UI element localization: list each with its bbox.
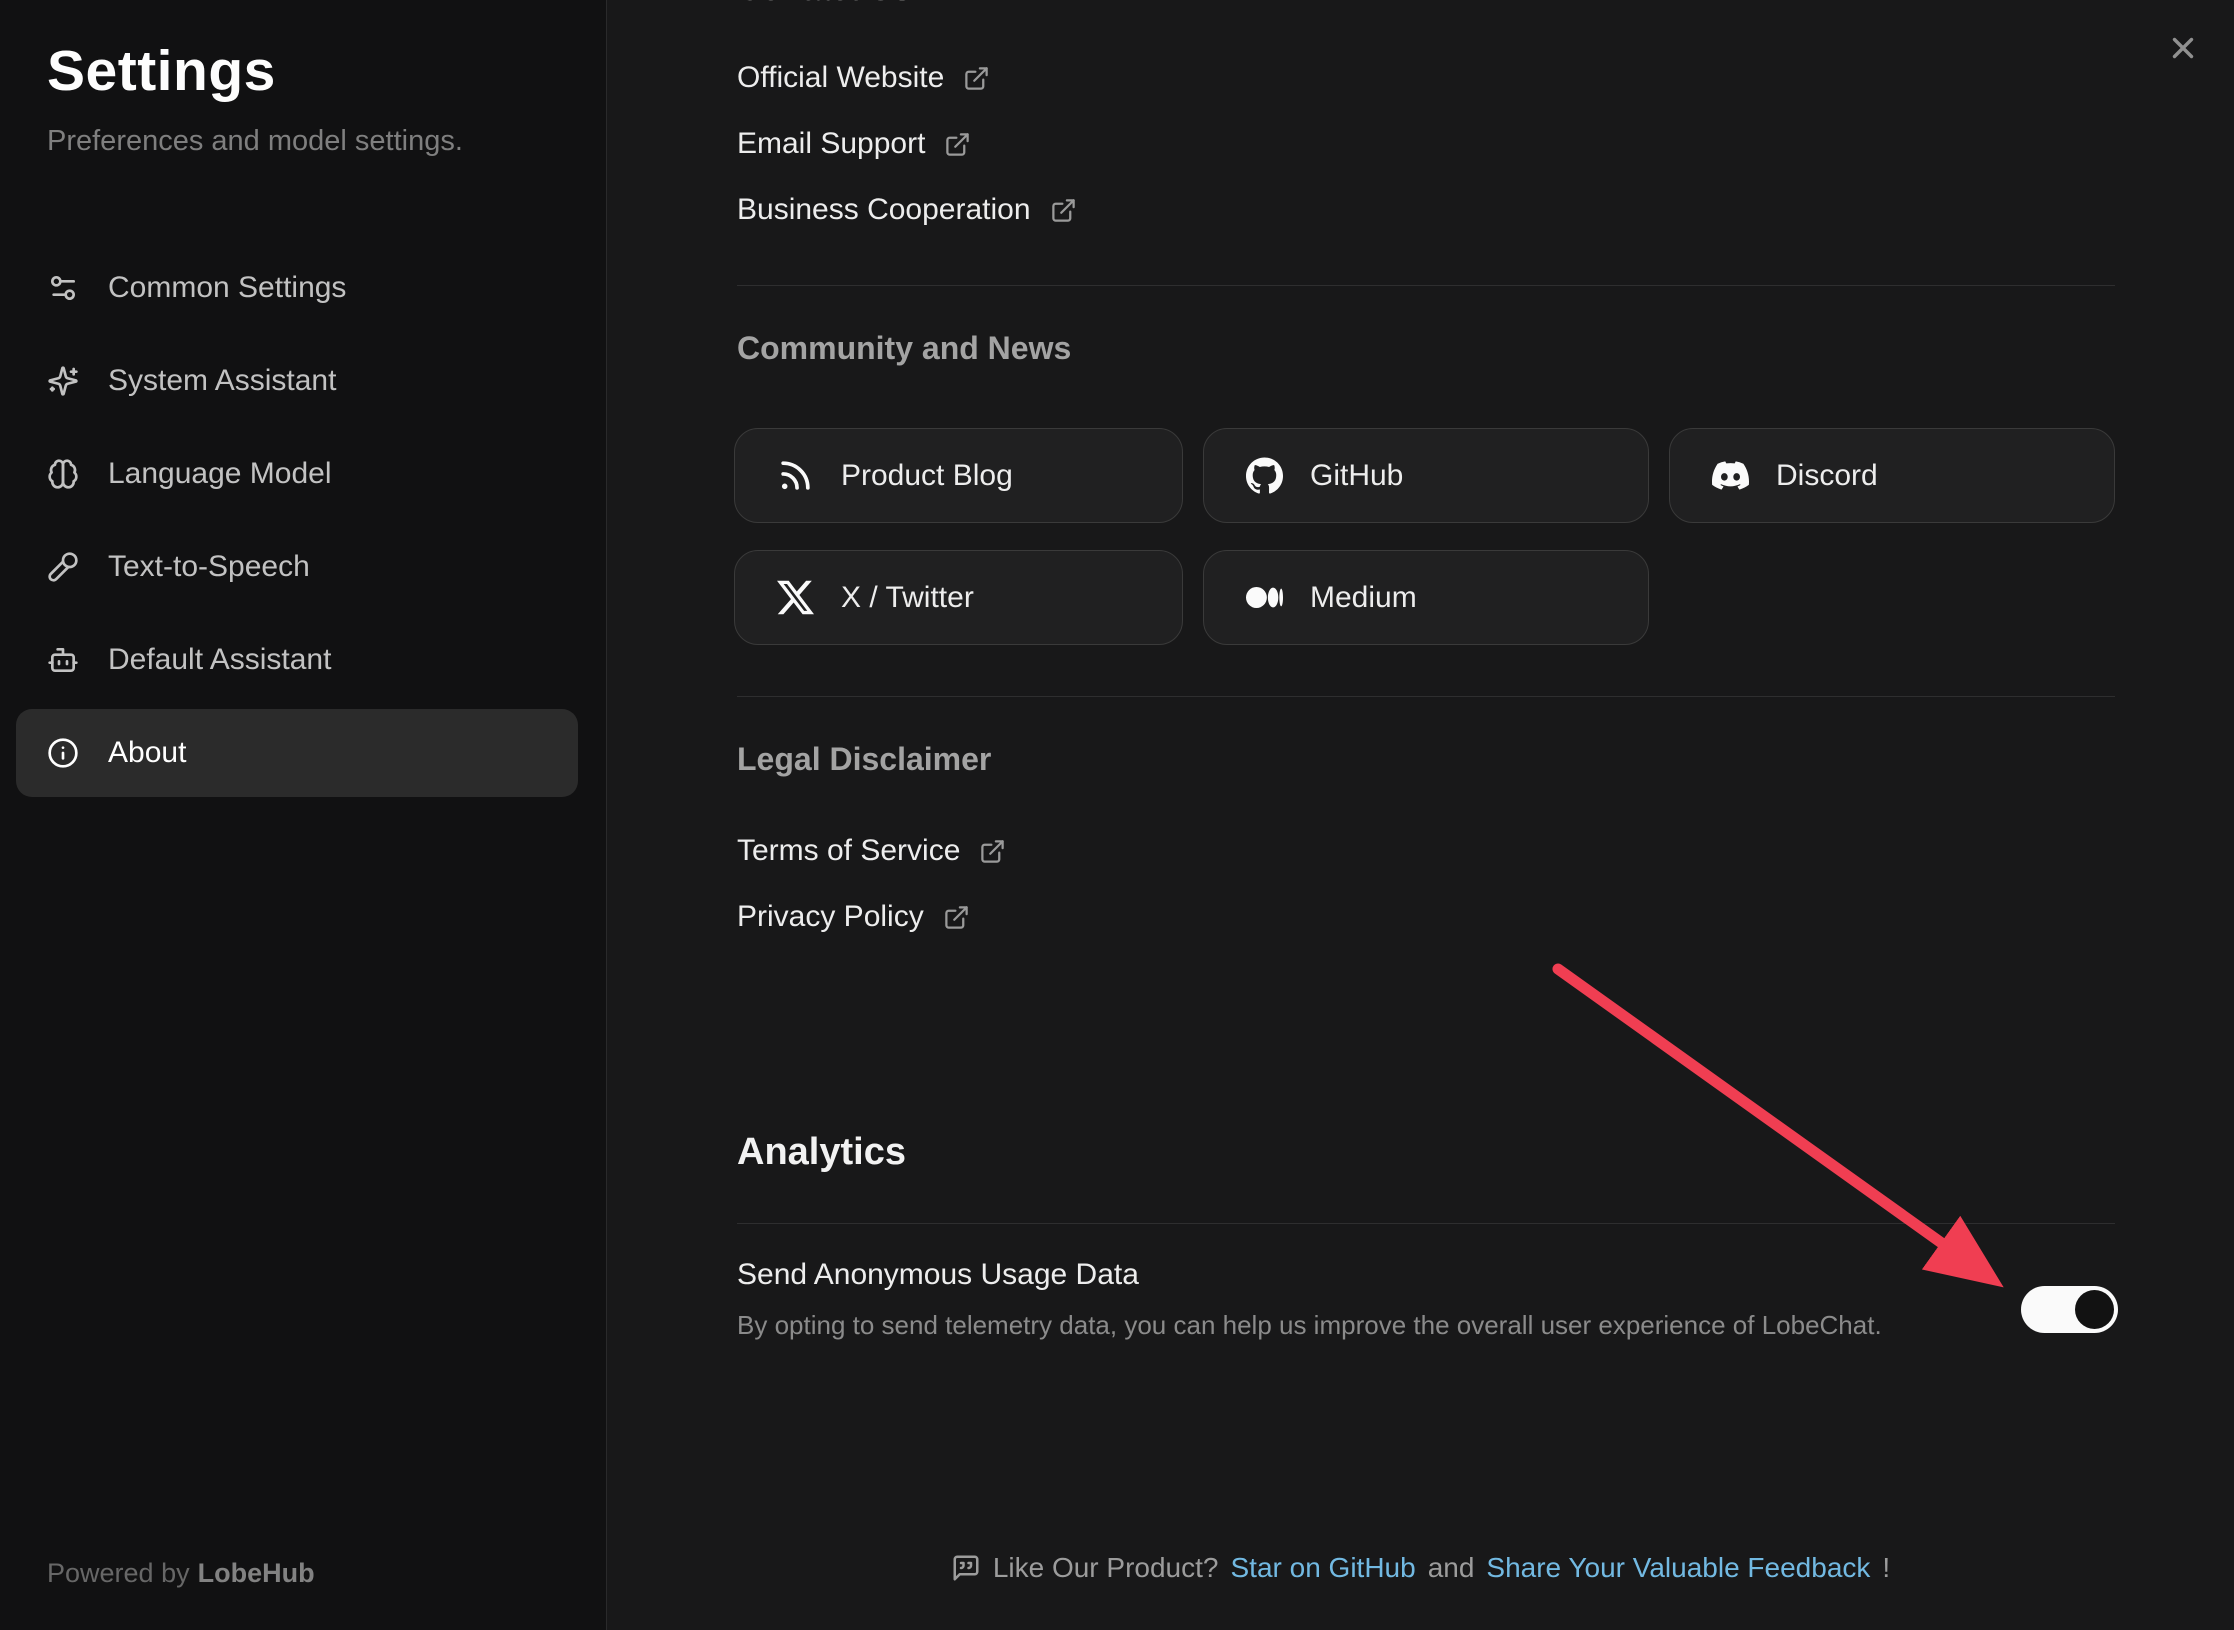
settings-dialog: Settings Preferences and model settings.… [0, 0, 2234, 1630]
x-twitter-button[interactable]: X / Twitter [734, 550, 1183, 645]
community-section-title: Community and News [737, 330, 1071, 367]
settings-sidebar: Settings Preferences and model settings.… [0, 0, 607, 1630]
contact-section-title: Contact Us [737, 0, 911, 8]
sidebar-item-language-model[interactable]: Language Model [16, 430, 578, 518]
privacy-policy-link[interactable]: Privacy Policy [737, 900, 970, 934]
sidebar-item-system-assistant[interactable]: System Assistant [16, 337, 578, 425]
sidebar-menu: Common Settings System Assistant Languag… [16, 244, 578, 802]
sidebar-item-label: About [108, 736, 186, 770]
usage-data-label: Send Anonymous Usage Data [737, 1258, 1139, 1292]
info-icon [47, 737, 79, 769]
usage-data-description: By opting to send telemetry data, you ca… [737, 1310, 1882, 1341]
sidebar-item-label: System Assistant [108, 364, 336, 398]
sidebar-item-text-to-speech[interactable]: Text-to-Speech [16, 523, 578, 611]
close-button[interactable] [2162, 27, 2204, 69]
sparkles-icon [47, 365, 79, 397]
sidebar-item-about[interactable]: About [16, 709, 578, 797]
external-link-icon [979, 838, 1006, 865]
external-link-icon [963, 65, 990, 92]
close-icon [2166, 31, 2200, 65]
sidebar-item-common-settings[interactable]: Common Settings [16, 244, 578, 332]
footer-text: and [1428, 1552, 1475, 1584]
email-support-link[interactable]: Email Support [737, 127, 971, 161]
sidebar-item-label: Default Assistant [108, 643, 331, 677]
mic-icon [47, 551, 79, 583]
rss-icon [777, 457, 814, 494]
bot-icon [47, 644, 79, 676]
footer-text: Like Our Product? [993, 1552, 1219, 1584]
sidebar-item-default-assistant[interactable]: Default Assistant [16, 616, 578, 704]
terms-of-service-link[interactable]: Terms of Service [737, 834, 1006, 868]
medium-icon [1246, 579, 1283, 616]
sliders-icon [47, 272, 79, 304]
external-link-icon [1050, 197, 1077, 224]
page-subtitle: Preferences and model settings. [47, 125, 463, 158]
product-blog-button[interactable]: Product Blog [734, 428, 1183, 523]
discord-button[interactable]: Discord [1669, 428, 2115, 523]
section-divider [737, 696, 2115, 697]
section-divider [737, 285, 2115, 286]
footer-text: ! [1882, 1552, 1890, 1584]
usage-data-toggle[interactable] [2021, 1286, 2118, 1333]
page-title: Settings [47, 38, 276, 104]
powered-by-text: Powered by [47, 1558, 190, 1588]
discord-icon [1712, 457, 1749, 494]
official-website-link[interactable]: Official Website [737, 61, 990, 95]
medium-button[interactable]: Medium [1203, 550, 1649, 645]
community-buttons: Product Blog GitHub Discord X / Twitter … [734, 428, 2115, 645]
star-on-github-link[interactable]: Star on GitHub [1230, 1552, 1415, 1584]
legal-section-title: Legal Disclaimer [737, 741, 991, 778]
github-icon [1246, 457, 1283, 494]
share-feedback-link[interactable]: Share Your Valuable Feedback [1486, 1552, 1870, 1584]
section-divider [737, 1223, 2115, 1224]
external-link-icon [944, 131, 971, 158]
sidebar-item-label: Text-to-Speech [108, 550, 310, 584]
sidebar-item-label: Language Model [108, 457, 332, 491]
brain-icon [47, 458, 79, 490]
x-twitter-icon [777, 579, 814, 616]
business-cooperation-link[interactable]: Business Cooperation [737, 193, 1077, 227]
analytics-section-title: Analytics [737, 1131, 906, 1174]
external-link-icon [943, 904, 970, 931]
sidebar-item-label: Common Settings [108, 271, 346, 305]
brand-name: LobeHub [198, 1558, 315, 1588]
feedback-footer: Like Our Product? Star on GitHub and Sha… [607, 1552, 2234, 1584]
message-quote-icon [951, 1553, 981, 1583]
github-button[interactable]: GitHub [1203, 428, 1649, 523]
toggle-knob [2075, 1290, 2114, 1329]
about-panel: Contact Us Official Website Email Suppor… [607, 0, 2234, 1630]
powered-by: Powered by LobeHub [47, 1558, 315, 1589]
